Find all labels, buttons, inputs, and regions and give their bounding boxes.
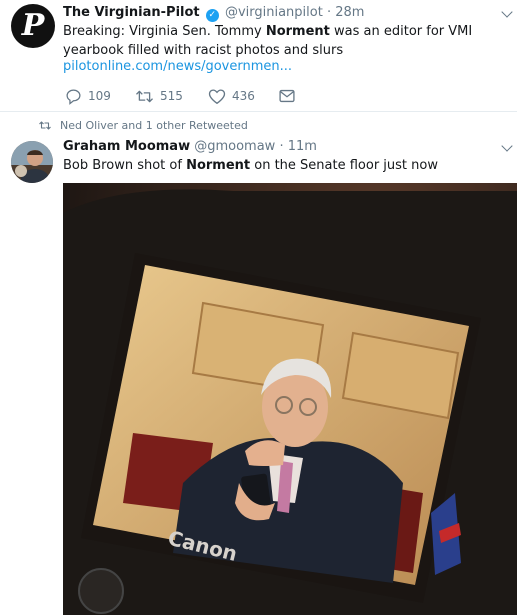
tweet-photo[interactable]: Canon xyxy=(63,183,517,615)
separator-dot: · xyxy=(326,5,332,20)
tweet-header: The Virginian-Pilot ✓ @virginianpilot · … xyxy=(63,5,364,22)
retweet-button[interactable]: 515 xyxy=(135,86,183,106)
verified-icon: ✓ xyxy=(205,9,219,22)
retweeted-icon xyxy=(39,121,51,130)
author-name[interactable]: The Virginian-Pilot xyxy=(63,5,200,20)
tweet-virginian-pilot[interactable]: P The Virginian-Pilot ✓ @virginianpilot … xyxy=(0,0,517,112)
avatar-photo xyxy=(11,141,53,183)
author-name[interactable]: Graham Moomaw xyxy=(63,139,190,154)
retweet-icon xyxy=(135,90,154,102)
tweet-header: Graham Moomaw @gmoomaw · 11m xyxy=(63,139,317,154)
message-icon xyxy=(279,89,295,103)
direct-message-button[interactable] xyxy=(279,86,295,106)
chevron-down-icon[interactable] xyxy=(501,140,513,152)
avatar[interactable] xyxy=(11,141,53,183)
tweet-text: Breaking: Virginia Sen. Tommy Norment wa… xyxy=(63,22,508,60)
tweet-text-part: on the Senate floor just now xyxy=(250,158,438,173)
avatar-logo: P xyxy=(21,8,45,43)
like-button[interactable]: 436 xyxy=(208,86,255,106)
tweet-text-highlight: Norment xyxy=(265,24,330,39)
retweeted-by-text[interactable]: Ned Oliver and 1 other Retweeted xyxy=(60,119,248,132)
camera-lcd-photo: Canon xyxy=(63,183,517,615)
avatar[interactable]: P xyxy=(11,4,55,48)
article-link[interactable]: pilotonline.com/news/governmen... xyxy=(63,59,292,74)
separator-dot: · xyxy=(279,139,284,154)
author-handle[interactable]: @virginianpilot xyxy=(225,5,323,20)
chevron-down-icon[interactable] xyxy=(501,6,513,18)
retweeted-context: Ned Oliver and 1 other Retweeted xyxy=(38,119,248,132)
like-count: 436 xyxy=(232,89,255,103)
reply-count: 109 xyxy=(88,89,111,103)
tweet-text-highlight: Norment xyxy=(186,158,251,173)
tweet-text-part: Breaking: Virginia Sen. Tommy xyxy=(63,24,266,39)
author-handle[interactable]: @gmoomaw xyxy=(194,139,275,154)
timestamp[interactable]: 28m xyxy=(335,5,364,20)
retweet-count: 515 xyxy=(160,89,183,103)
tweet-text: Bob Brown shot of Norment on the Senate … xyxy=(63,156,508,175)
reply-icon xyxy=(66,88,81,105)
reply-button[interactable]: 109 xyxy=(65,86,111,106)
timestamp[interactable]: 11m xyxy=(288,139,317,154)
tweet-text-part: Bob Brown shot of xyxy=(63,158,187,173)
like-icon xyxy=(208,88,226,104)
